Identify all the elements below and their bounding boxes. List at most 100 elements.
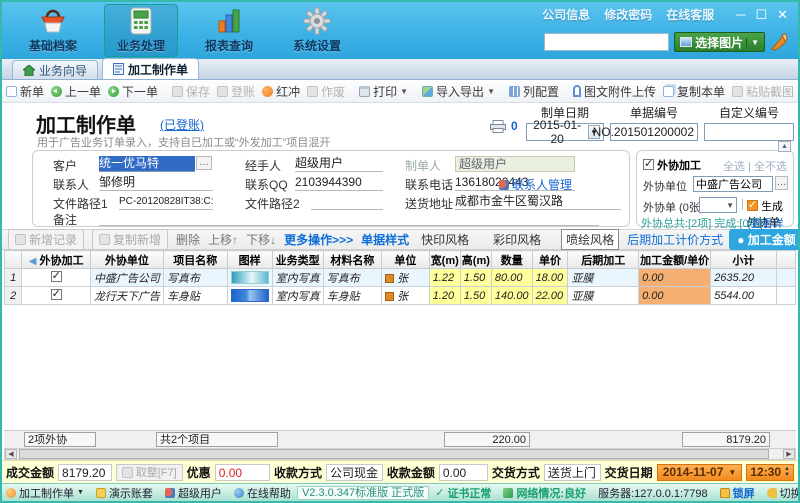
file-path2-field[interactable] — [311, 194, 383, 210]
change-password-link[interactable]: 修改密码 — [604, 6, 652, 23]
style-inkjet-tab[interactable]: 喷绘风格 — [561, 229, 620, 250]
round-button: 取整[F7] — [115, 463, 183, 481]
copy-add-icon — [99, 234, 111, 245]
printer-icon[interactable] — [490, 119, 506, 133]
delete-row-button[interactable]: 删除 — [176, 231, 200, 248]
payment-bar: 成交金额 8179.20 取整[F7] 优惠 0.00 收款方式 公司现金 收款… — [2, 460, 798, 483]
select-all-link: 全选 | 全不选 — [723, 161, 787, 173]
version-badge: V2.3.0.347标准版 正式版 — [296, 485, 430, 500]
lock-screen-button[interactable]: 锁屏 — [719, 485, 755, 501]
column-config-button[interactable]: 列配置 — [508, 83, 559, 100]
row-uom-cell: 张 — [381, 268, 430, 287]
row-project-cell: 车身贴 — [162, 286, 228, 305]
row-price-cell: 22.00 — [531, 286, 569, 305]
close-icon[interactable]: ✕ — [777, 7, 788, 22]
horizontal-scrollbar[interactable]: ◀ ▶ — [4, 448, 796, 460]
pricing-amount-radio[interactable]: ● 加工金额 — [737, 231, 796, 248]
tab-label: 加工制作单 — [128, 62, 189, 77]
paste-screenshot-button: 粘贴截图 — [732, 83, 794, 100]
row-outsource-checkbox[interactable] — [50, 288, 62, 300]
row-material-cell: 写真布 — [322, 268, 383, 287]
pricing-mode-group: 后期加工计价方式 ● 加工金额 ○ 加工单价 — [627, 229, 798, 250]
scroll-right-icon[interactable]: ▶ — [783, 449, 795, 459]
style-colorprint-tab[interactable]: 彩印风格 — [489, 230, 545, 249]
handler-field[interactable]: 超级用户 — [295, 156, 383, 172]
import-export-button[interactable]: 导入导出 ▼ — [422, 83, 495, 100]
outsource-unit-field[interactable]: 中盛广告公司 — [693, 176, 773, 192]
outsource-checkbox-row[interactable]: 外协加工 — [643, 157, 701, 173]
online-help-link[interactable]: 在线帮助 — [233, 485, 291, 501]
nav-system-settings[interactable]: 系统设置 — [280, 4, 354, 57]
row-outsource-checkbox[interactable] — [50, 270, 62, 282]
horn-icon[interactable] — [770, 33, 788, 51]
next-doc-button[interactable]: 下一单 — [108, 83, 158, 100]
table-row: 2 龙行天下广告 车身贴 室内写真 车身贴 张 1.20 1.50 140.00… — [3, 286, 797, 305]
pay-method-field[interactable]: 公司现金 — [325, 463, 383, 481]
sample-image — [230, 271, 269, 284]
generate-outsource-checkbox[interactable] — [747, 198, 758, 211]
home-icon — [23, 64, 35, 76]
delivery-method-label: 交货方式 — [491, 465, 540, 480]
red-flush-button[interactable]: 红冲 — [262, 83, 300, 100]
nav-basic-files[interactable]: 基础档案 — [16, 4, 90, 57]
nav-report-query[interactable]: 报表查询 — [192, 4, 266, 57]
new-doc-button[interactable]: 新单 — [6, 83, 44, 100]
account-set-item: 演示账套 — [95, 485, 153, 501]
file-path1-field[interactable]: PC-20120828IT38:C:\Users — [119, 194, 213, 210]
online-service-link[interactable]: 在线客服 — [666, 6, 714, 23]
delivery-method-field[interactable]: 送货上门 — [543, 463, 601, 481]
project-count-box: 共2个项目 — [156, 432, 278, 447]
scrollbar-thumb[interactable] — [19, 449, 769, 459]
attachment-upload-button[interactable]: 图文附件上传 — [573, 83, 656, 100]
prev-doc-button[interactable]: 上一单 — [51, 83, 101, 100]
contact-field[interactable]: 邹修明 — [99, 175, 213, 191]
qq-field[interactable]: 2103944390 — [295, 175, 383, 191]
col-qty: 数量 — [490, 250, 533, 269]
tab-processing-order[interactable]: 加工制作单 — [102, 58, 200, 79]
choose-image-button[interactable]: 选择图片 ▼ — [674, 32, 765, 52]
collapse-panel-icon[interactable]: ▲ — [778, 141, 791, 152]
outsource-panel: ▲ 外协加工 全选 | 全不选 外协单位 中盛广告公司 … 外协单 (0张) ▼… — [636, 141, 794, 246]
maximize-icon[interactable]: ☐ — [755, 7, 767, 22]
received-field[interactable]: 0.00 — [438, 463, 488, 481]
customer-field[interactable]: 统一优马特 — [99, 156, 195, 172]
customer-picker-button[interactable]: … — [196, 156, 212, 170]
delivery-date-picker[interactable]: 2014-11-07 ▼ — [656, 463, 743, 481]
row-width-cell: 1.20 — [428, 286, 461, 305]
tab-business-wizard[interactable]: 业务向导 — [12, 60, 99, 79]
delivery-time-spinner[interactable]: 12:30 ▲ ▼ — [746, 463, 794, 481]
copy-doc-button[interactable]: 复制本单 — [663, 83, 725, 100]
discount-field[interactable]: 0.00 — [214, 463, 270, 481]
move-down-button[interactable]: 下移↓ — [246, 231, 276, 248]
doc-style-button[interactable]: 单据样式 — [361, 231, 409, 248]
note-field[interactable] — [99, 210, 599, 226]
image-search-input[interactable] — [544, 33, 670, 51]
company-info-link[interactable]: 公司信息 — [542, 6, 590, 23]
window-controls: ─ ☐ ✕ — [736, 7, 788, 22]
row-postprocess-cell: 亚膜 — [567, 286, 640, 305]
status-bar: 加工制作单 ▼ 演示账套 超级用户 在线帮助 V2.3.0.347标准版 正式版 … — [2, 483, 798, 501]
address-field[interactable]: 成都市金牛区蜀汉路 — [455, 194, 621, 210]
contact-manager-link[interactable]: 联系人管理 — [499, 176, 572, 193]
row-unit-cell: 龙行天下广告 — [89, 286, 164, 305]
nav-business-process[interactable]: 业务处理 — [104, 4, 178, 57]
outsource-order-dropdown[interactable]: ▼ — [699, 197, 737, 213]
print-button[interactable]: 打印 ▼ — [359, 83, 408, 100]
spinner-arrows-icon[interactable]: ▲ ▼ — [784, 466, 790, 478]
move-up-button[interactable]: 上移↑ — [208, 231, 238, 248]
top-links: 公司信息 修改密码 在线客服 ─ ☐ ✕ — [542, 6, 788, 23]
row-fee-cell: 0.00 — [638, 268, 712, 287]
col-project: 项目名称 — [162, 250, 228, 269]
more-actions-button[interactable]: 更多操作>>> — [284, 231, 353, 248]
chevron-down-icon: ▼ — [728, 467, 737, 477]
doc-type-selector[interactable]: 加工制作单 ▼ — [6, 485, 84, 501]
style-quickprint-tab[interactable]: 快印风格 — [417, 230, 473, 249]
custom-no-input[interactable] — [704, 123, 794, 141]
scroll-left-icon[interactable]: ◀ — [5, 449, 17, 459]
outsource-unit-picker[interactable]: … — [775, 176, 788, 190]
posted-status-link[interactable]: (已登账) — [160, 116, 204, 133]
outsource-checkbox[interactable] — [643, 157, 654, 170]
switch-user-button[interactable]: 切换用户 — [766, 485, 798, 501]
deal-amount-field[interactable]: 8179.20 — [58, 463, 112, 481]
minimize-icon[interactable]: ─ — [736, 7, 745, 22]
